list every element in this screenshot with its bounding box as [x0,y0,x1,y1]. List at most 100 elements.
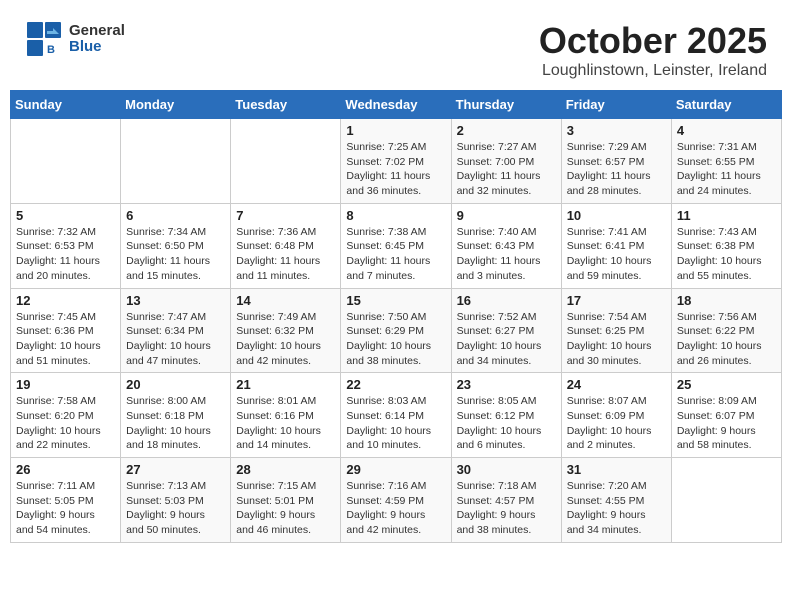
day-cell [671,458,781,543]
day-info: Sunrise: 8:00 AM Sunset: 6:18 PM Dayligh… [126,394,225,453]
day-cell: 20 Sunrise: 8:00 AM Sunset: 6:18 PM Dayli… [121,373,231,458]
day-cell: 21 Sunrise: 8:01 AM Sunset: 6:16 PM Dayli… [231,373,341,458]
day-cell: 9 Sunrise: 7:40 AM Sunset: 6:43 PM Daylig… [451,203,561,288]
day-cell: 27 Sunrise: 7:13 AM Sunset: 5:03 PM Dayli… [121,458,231,543]
day-info: Sunrise: 7:15 AM Sunset: 5:01 PM Dayligh… [236,479,335,538]
day-info: Sunrise: 8:07 AM Sunset: 6:09 PM Dayligh… [567,394,666,453]
calendar-header: SundayMondayTuesdayWednesdayThursdayFrid… [11,91,782,119]
day-cell: 19 Sunrise: 7:58 AM Sunset: 6:20 PM Dayli… [11,373,121,458]
day-number: 6 [126,208,225,223]
day-info: Sunrise: 7:58 AM Sunset: 6:20 PM Dayligh… [16,394,115,453]
week-row-4: 19 Sunrise: 7:58 AM Sunset: 6:20 PM Dayli… [11,373,782,458]
weekday-header-saturday: Saturday [671,91,781,119]
day-info: Sunrise: 7:40 AM Sunset: 6:43 PM Dayligh… [457,225,556,284]
day-cell: 12Sunrise: 7:45 AM Sunset: 6:36 PM Dayli… [11,288,121,373]
day-cell [121,119,231,204]
day-number: 5 [16,208,115,223]
day-info: Sunrise: 7:20 AM Sunset: 4:55 PM Dayligh… [567,479,666,538]
day-number: 27 [126,462,225,477]
day-number: 21 [236,377,335,392]
logo-blue: Blue [69,39,125,56]
day-number: 31 [567,462,666,477]
day-cell: 5 Sunrise: 7:32 AM Sunset: 6:53 PM Daylig… [11,203,121,288]
day-number: 13 [126,293,225,308]
day-info: Sunrise: 7:11 AM Sunset: 5:05 PM Dayligh… [16,479,115,538]
month-title: October 2025 [539,20,767,62]
day-cell: 11Sunrise: 7:43 AM Sunset: 6:38 PM Dayli… [671,203,781,288]
day-cell: 1Sunrise: 7:25 AM Sunset: 7:02 PM Daylig… [341,119,451,204]
day-number: 22 [346,377,445,392]
week-row-3: 12Sunrise: 7:45 AM Sunset: 6:36 PM Dayli… [11,288,782,373]
day-info: Sunrise: 8:09 AM Sunset: 6:07 PM Dayligh… [677,394,776,453]
day-info: Sunrise: 7:41 AM Sunset: 6:41 PM Dayligh… [567,225,666,284]
day-number: 4 [677,123,776,138]
day-number: 3 [567,123,666,138]
day-info: Sunrise: 7:27 AM Sunset: 7:00 PM Dayligh… [457,140,556,199]
day-number: 15 [346,293,445,308]
day-number: 10 [567,208,666,223]
day-number: 1 [346,123,445,138]
day-cell: 23 Sunrise: 8:05 AM Sunset: 6:12 PM Dayli… [451,373,561,458]
title-section: October 2025 Loughlinstown, Leinster, Ir… [539,20,767,80]
day-cell: 16 Sunrise: 7:52 AM Sunset: 6:27 PM Dayli… [451,288,561,373]
day-number: 9 [457,208,556,223]
weekday-header-wednesday: Wednesday [341,91,451,119]
day-cell: 4Sunrise: 7:31 AM Sunset: 6:55 PM Daylig… [671,119,781,204]
day-number: 12 [16,293,115,308]
day-number: 18 [677,293,776,308]
logo: B General Blue [25,20,125,58]
day-info: Sunrise: 7:18 AM Sunset: 4:57 PM Dayligh… [457,479,556,538]
day-info: Sunrise: 7:16 AM Sunset: 4:59 PM Dayligh… [346,479,445,538]
day-cell [11,119,121,204]
day-cell: 18 Sunrise: 7:56 AM Sunset: 6:22 PM Dayli… [671,288,781,373]
day-info: Sunrise: 7:52 AM Sunset: 6:27 PM Dayligh… [457,310,556,369]
weekday-header-thursday: Thursday [451,91,561,119]
day-number: 23 [457,377,556,392]
day-info: Sunrise: 7:50 AM Sunset: 6:29 PM Dayligh… [346,310,445,369]
day-number: 24 [567,377,666,392]
day-number: 2 [457,123,556,138]
day-cell: 2 Sunrise: 7:27 AM Sunset: 7:00 PM Daylig… [451,119,561,204]
day-cell: 3Sunrise: 7:29 AM Sunset: 6:57 PM Daylig… [561,119,671,204]
day-number: 25 [677,377,776,392]
day-info: Sunrise: 7:13 AM Sunset: 5:03 PM Dayligh… [126,479,225,538]
calendar: SundayMondayTuesdayWednesdayThursdayFrid… [10,90,782,543]
day-cell: 17 Sunrise: 7:54 AM Sunset: 6:25 PM Dayli… [561,288,671,373]
day-cell: 29 Sunrise: 7:16 AM Sunset: 4:59 PM Dayli… [341,458,451,543]
day-info: Sunrise: 7:47 AM Sunset: 6:34 PM Dayligh… [126,310,225,369]
weekday-header-monday: Monday [121,91,231,119]
week-row-5: 26Sunrise: 7:11 AM Sunset: 5:05 PM Dayli… [11,458,782,543]
day-number: 29 [346,462,445,477]
day-info: Sunrise: 7:32 AM Sunset: 6:53 PM Dayligh… [16,225,115,284]
day-cell [231,119,341,204]
day-info: Sunrise: 7:38 AM Sunset: 6:45 PM Dayligh… [346,225,445,284]
day-cell: 8Sunrise: 7:38 AM Sunset: 6:45 PM Daylig… [341,203,451,288]
day-number: 16 [457,293,556,308]
day-cell: 22Sunrise: 8:03 AM Sunset: 6:14 PM Dayli… [341,373,451,458]
day-info: Sunrise: 7:49 AM Sunset: 6:32 PM Dayligh… [236,310,335,369]
day-number: 20 [126,377,225,392]
day-cell: 7Sunrise: 7:36 AM Sunset: 6:48 PM Daylig… [231,203,341,288]
day-cell: 28 Sunrise: 7:15 AM Sunset: 5:01 PM Dayli… [231,458,341,543]
weekday-header-row: SundayMondayTuesdayWednesdayThursdayFrid… [11,91,782,119]
day-info: Sunrise: 7:54 AM Sunset: 6:25 PM Dayligh… [567,310,666,369]
day-cell: 30 Sunrise: 7:18 AM Sunset: 4:57 PM Dayli… [451,458,561,543]
day-number: 19 [16,377,115,392]
header: B General Blue October 2025 Loughlinstow… [10,10,782,85]
day-info: Sunrise: 7:56 AM Sunset: 6:22 PM Dayligh… [677,310,776,369]
week-row-1: 1Sunrise: 7:25 AM Sunset: 7:02 PM Daylig… [11,119,782,204]
day-cell: 24 Sunrise: 8:07 AM Sunset: 6:09 PM Dayli… [561,373,671,458]
day-number: 11 [677,208,776,223]
weekday-header-sunday: Sunday [11,91,121,119]
day-number: 17 [567,293,666,308]
day-cell: 25 Sunrise: 8:09 AM Sunset: 6:07 PM Dayli… [671,373,781,458]
day-info: Sunrise: 8:05 AM Sunset: 6:12 PM Dayligh… [457,394,556,453]
day-cell: 6 Sunrise: 7:34 AM Sunset: 6:50 PM Daylig… [121,203,231,288]
day-number: 28 [236,462,335,477]
day-info: Sunrise: 7:34 AM Sunset: 6:50 PM Dayligh… [126,225,225,284]
day-cell: 14Sunrise: 7:49 AM Sunset: 6:32 PM Dayli… [231,288,341,373]
logo-icon: B [25,20,63,58]
day-number: 30 [457,462,556,477]
day-cell: 10 Sunrise: 7:41 AM Sunset: 6:41 PM Dayli… [561,203,671,288]
day-info: Sunrise: 8:01 AM Sunset: 6:16 PM Dayligh… [236,394,335,453]
